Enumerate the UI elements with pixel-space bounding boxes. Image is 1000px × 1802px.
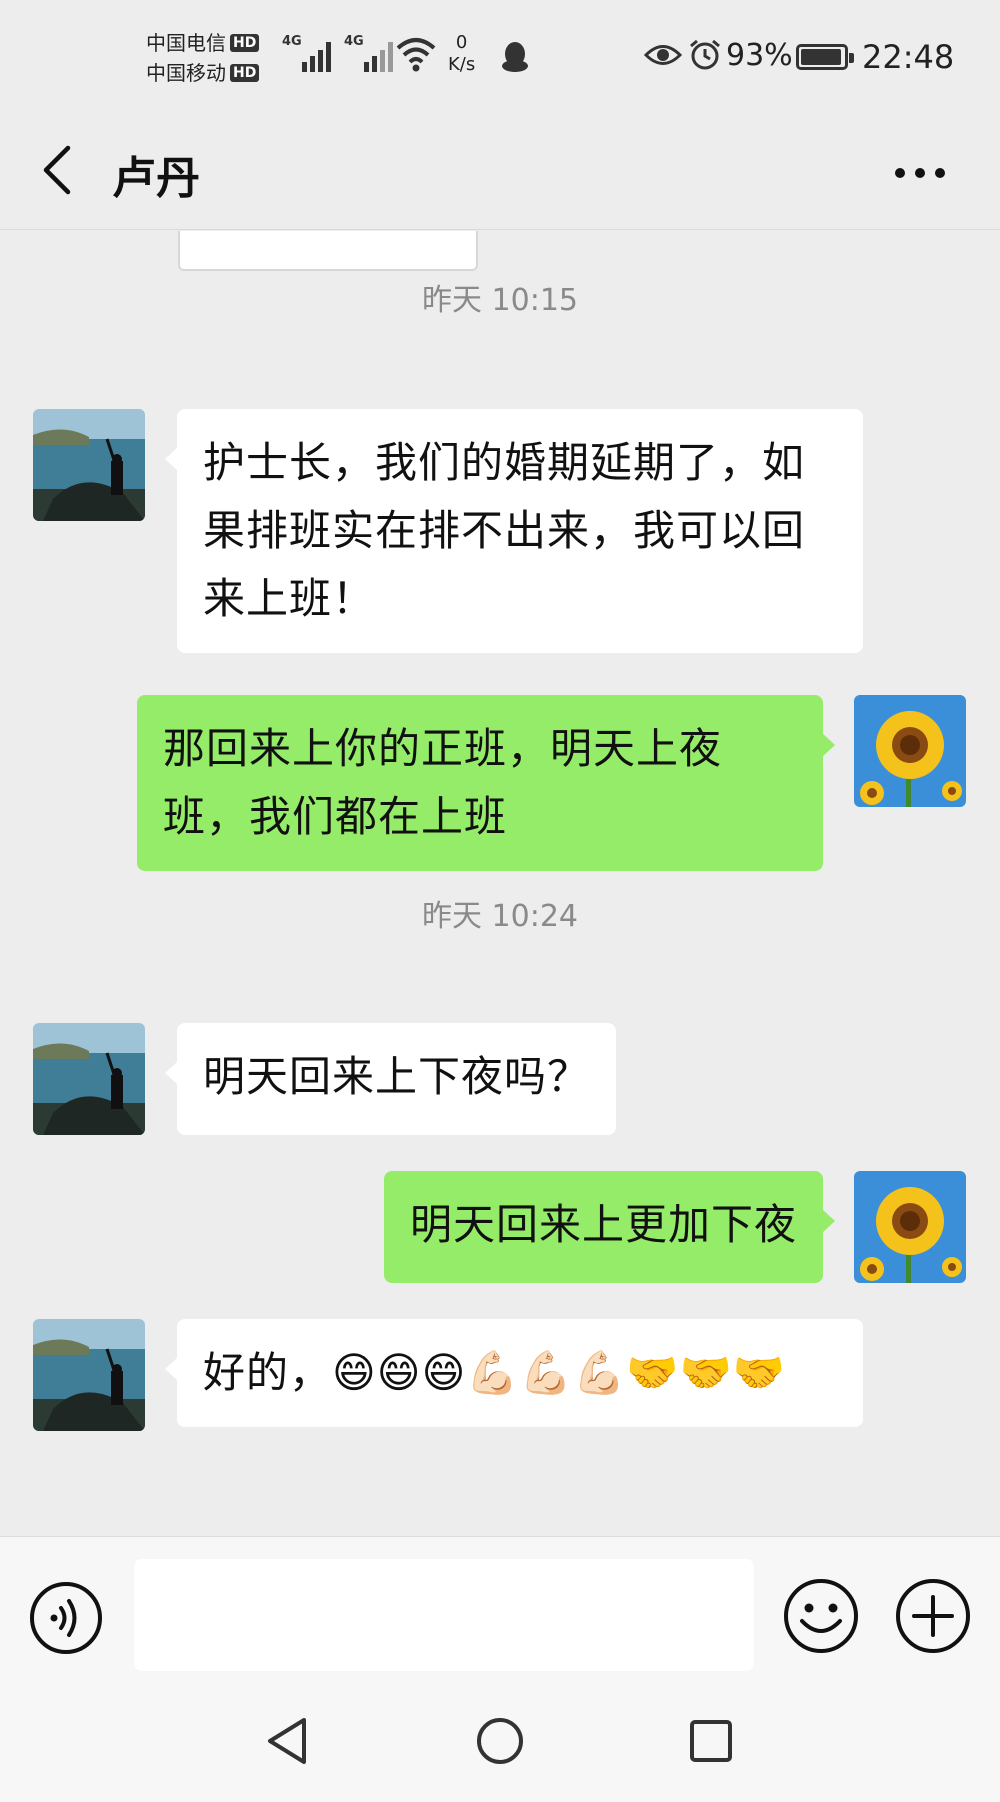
wifi-icon: [396, 38, 436, 72]
status-time: 22:48: [862, 38, 955, 76]
message-outgoing[interactable]: 明天回来上更加下夜: [383, 1171, 836, 1283]
net-speed-value: 0: [455, 32, 468, 53]
timestamp: 昨天 10:24: [422, 899, 578, 934]
hd-badge: HD: [230, 64, 260, 82]
back-button[interactable]: [34, 140, 84, 200]
nav-recent-button[interactable]: [688, 1718, 734, 1764]
timestamp: 昨天 10:15: [422, 283, 578, 318]
qq-icon: [502, 42, 528, 72]
nav-back-button[interactable]: [262, 1714, 312, 1768]
message-input[interactable]: [134, 1559, 754, 1671]
more-button[interactable]: [880, 148, 960, 198]
message-incoming[interactable]: 护士长，我们的婚期延期了，如果排班实在排不出来，我可以回来上班！: [165, 409, 863, 653]
message-outgoing[interactable]: 那回来上你的正班，明天上夜班，我们都在上班: [137, 695, 835, 871]
image-message-partial[interactable]: [178, 231, 478, 271]
message-incoming[interactable]: 明天回来上下夜吗？: [164, 1023, 617, 1135]
contact-avatar[interactable]: [33, 1319, 145, 1431]
hd-badge: HD: [230, 34, 260, 52]
contact-avatar[interactable]: [33, 1023, 145, 1135]
carrier-info: 中国电信 HD 中国移动 HD: [146, 28, 260, 88]
signal-icon: 4G: [282, 34, 331, 72]
nav-home-button[interactable]: [475, 1716, 525, 1766]
contact-avatar[interactable]: [33, 409, 145, 521]
voice-button[interactable]: [28, 1580, 104, 1656]
carrier-2: 中国移动: [146, 61, 226, 85]
net-speed: 0 K/s: [448, 32, 475, 76]
self-avatar[interactable]: [854, 695, 966, 807]
chat-header: 卢丹: [0, 118, 1000, 230]
self-avatar[interactable]: [854, 1171, 966, 1283]
plus-button[interactable]: [894, 1577, 972, 1655]
system-nav-bar: [0, 1692, 1000, 1802]
chat-area[interactable]: 昨天 10:15 护士长，我们的婚期延期了，如果排班实在排不出来，我可以回来上班…: [0, 231, 1000, 1536]
chat-title: 卢丹: [112, 153, 200, 204]
input-bar: [0, 1536, 1000, 1692]
battery-icon: [796, 44, 854, 70]
emoji-button[interactable]: [782, 1577, 860, 1655]
battery-percent: 93%: [726, 38, 793, 73]
carrier-1: 中国电信: [146, 31, 226, 55]
message-incoming[interactable]: 好的，😄😄😄💪🏻💪🏻💪🏻🤝🤝🤝: [165, 1319, 863, 1427]
net-speed-unit: K/s: [448, 54, 476, 75]
status-bar: 中国电信 HD 中国移动 HD 4G 4G 0 K/s 93% 22:48: [0, 0, 1000, 118]
signal-icon: 4G: [344, 34, 393, 72]
alarm-icon: [690, 39, 720, 70]
eye-icon: [644, 45, 682, 65]
